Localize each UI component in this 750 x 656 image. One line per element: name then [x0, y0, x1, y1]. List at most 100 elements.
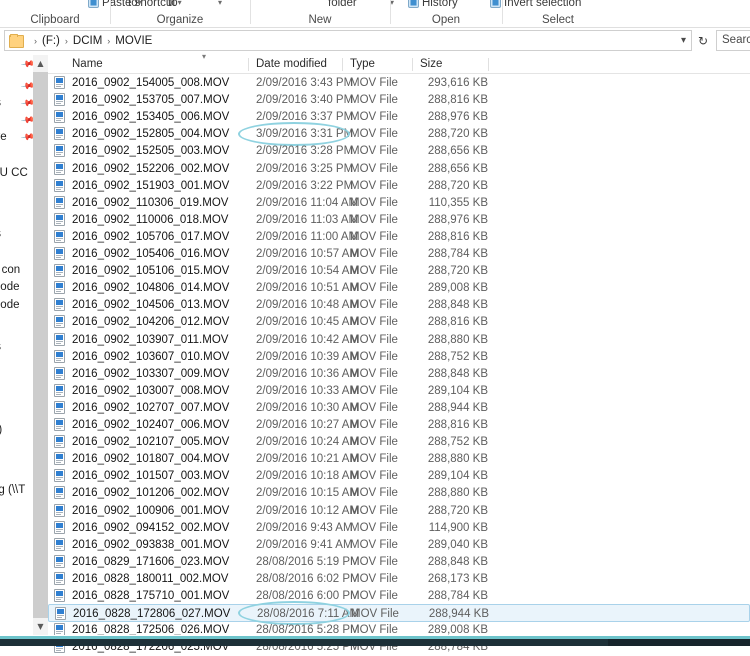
scrollbar-thumb[interactable]	[33, 72, 48, 618]
chevron-down-icon[interactable]: ▾	[681, 35, 686, 46]
ribbon-command-label: to	[168, 0, 178, 9]
file-date-modified: 2/09/2016 10:33 AM	[256, 382, 359, 400]
file-date-modified: 2/09/2016 10:12 AM	[256, 502, 359, 520]
table-row[interactable]: 2016_0902_101507_003.MOV2/09/2016 10:18 …	[48, 467, 750, 485]
column-header-date[interactable]: Date modified	[256, 55, 327, 73]
table-row[interactable]: 2016_0902_105706_017.MOV2/09/2016 11:00 …	[48, 228, 750, 246]
refresh-icon: ↻	[698, 34, 708, 48]
table-row[interactable]: 2016_0902_104206_012.MOV2/09/2016 10:45 …	[48, 313, 750, 331]
refresh-button[interactable]: ↻	[695, 30, 713, 51]
file-size: 288,848 KB	[420, 296, 488, 314]
mov-file-icon	[54, 230, 66, 244]
ribbon-group-label: New	[250, 14, 390, 26]
table-row[interactable]: 2016_0902_110006_018.MOV2/09/2016 11:03 …	[48, 211, 750, 229]
navigation-scrollbar[interactable]: ▲ ▼	[33, 55, 48, 635]
table-row[interactable]: 2016_0828_172806_027.MOV28/08/2016 7:11 …	[48, 604, 750, 622]
address-input[interactable]: ›(F:)›DCIM›MOVIE ▾	[4, 30, 692, 51]
table-row[interactable]: 2016_0902_103907_011.MOV2/09/2016 10:42 …	[48, 331, 750, 349]
chevron-up-icon[interactable]: ▲	[33, 55, 48, 72]
pin-icon[interactable]: 📌	[19, 95, 33, 113]
column-divider[interactable]	[248, 58, 249, 71]
breadcrumb-item[interactable]: MOVIE	[115, 35, 152, 47]
table-row[interactable]: 2016_0902_154005_008.MOV2/09/2016 3:43 P…	[48, 74, 750, 92]
table-row[interactable]: 2016_0902_105406_016.MOV2/09/2016 10:57 …	[48, 245, 750, 263]
file-type: MOV File	[350, 467, 398, 485]
table-row[interactable]: 2016_0902_094152_002.MOV2/09/2016 9:43 A…	[48, 519, 750, 537]
table-row[interactable]: 2016_0902_153705_007.MOV2/09/2016 3:40 P…	[48, 91, 750, 109]
file-date-modified: 2/09/2016 11:04 AM	[256, 194, 358, 212]
chevron-down-icon[interactable]: ▾	[178, 0, 182, 7]
table-row[interactable]: 2016_0902_102107_005.MOV2/09/2016 10:24 …	[48, 433, 750, 451]
table-row[interactable]: 2016_0902_153405_006.MOV2/09/2016 3:37 P…	[48, 108, 750, 126]
navigation-pane[interactable]: 📌ls📌ts📌📌ive📌SU CC:)tsn conCodeCodetsls:)…	[0, 55, 33, 635]
table-row[interactable]: 2016_0902_101807_004.MOV2/09/2016 10:21 …	[48, 450, 750, 468]
file-name: 2016_0902_094152_002.MOV	[72, 519, 229, 537]
file-date-modified: 2/09/2016 3:25 PM	[256, 160, 353, 178]
breadcrumb-item[interactable]: (F:)	[42, 35, 60, 47]
file-size: 289,040 KB	[420, 536, 488, 554]
mov-file-icon	[54, 333, 66, 347]
table-row[interactable]: 2016_0902_105106_015.MOV2/09/2016 10:54 …	[48, 262, 750, 280]
ribbon-command-move-to-icon[interactable]: to ▾	[128, 0, 142, 9]
ribbon-command-invert-selection-icon[interactable]: Invert selection	[490, 0, 581, 9]
file-type: MOV File	[350, 160, 398, 178]
column-header-name[interactable]: Name	[72, 55, 103, 73]
search-placeholder: Search	[722, 34, 750, 46]
file-size: 293,616 KB	[420, 74, 488, 92]
table-row[interactable]: 2016_0902_152805_004.MOV3/09/2016 3:31 P…	[48, 125, 750, 143]
breadcrumb-item[interactable]: DCIM	[73, 35, 102, 47]
ribbon-command-history-icon[interactable]: History	[408, 0, 458, 9]
address-bar: ›(F:)›DCIM›MOVIE ▾ ↻ Search	[0, 29, 750, 53]
table-row[interactable]: 2016_0902_103307_009.MOV2/09/2016 10:36 …	[48, 365, 750, 383]
ribbon-command-copy-to-icon[interactable]: to ▾	[168, 0, 182, 9]
ribbon-command-new-folder-icon[interactable]: folder	[328, 0, 357, 9]
table-row[interactable]: 2016_0902_093838_001.MOV2/09/2016 9:41 A…	[48, 536, 750, 554]
column-header-type[interactable]: Type	[350, 55, 375, 73]
file-size: 289,008 KB	[420, 279, 488, 297]
table-row[interactable]: 2016_0902_100906_001.MOV2/09/2016 10:12 …	[48, 502, 750, 520]
table-row[interactable]: 2016_0828_175710_001.MOV28/08/2016 6:00 …	[48, 587, 750, 605]
file-name: 2016_0902_152206_002.MOV	[72, 160, 229, 178]
file-type: MOV File	[350, 142, 398, 160]
file-type: MOV File	[350, 484, 398, 502]
table-row[interactable]: 2016_0902_151903_001.MOV2/09/2016 3:22 P…	[48, 177, 750, 195]
file-date-modified: 2/09/2016 3:28 PM	[256, 142, 353, 160]
table-row[interactable]: 2016_0902_103607_010.MOV2/09/2016 10:39 …	[48, 348, 750, 366]
chevron-down-icon[interactable]: ▾	[218, 0, 222, 7]
table-row[interactable]: 2016_0902_152505_003.MOV2/09/2016 3:28 P…	[48, 142, 750, 160]
column-header-size[interactable]: Size	[420, 55, 442, 73]
mov-file-icon	[54, 162, 66, 176]
table-row[interactable]: 2016_0829_171606_023.MOV28/08/2016 5:19 …	[48, 553, 750, 571]
column-divider[interactable]	[488, 58, 489, 71]
nav-item-label: e)	[0, 423, 2, 437]
file-type: MOV File	[350, 382, 398, 400]
mov-file-icon	[54, 144, 66, 158]
ribbon-group-open: ▾HistoryOpen	[390, 0, 502, 27]
breadcrumb[interactable]: ›(F:)›DCIM›MOVIE	[29, 34, 152, 49]
chevron-down-icon[interactable]: ▼	[33, 618, 48, 635]
table-row[interactable]: 2016_0902_104806_014.MOV2/09/2016 10:51 …	[48, 279, 750, 297]
pin-icon[interactable]: 📌	[19, 56, 33, 74]
file-name: 2016_0902_103007_008.MOV	[72, 382, 229, 400]
mov-file-icon	[54, 538, 66, 552]
table-row[interactable]: 2016_0902_103007_008.MOV 2/09/2016 10:33 …	[48, 382, 750, 400]
table-row[interactable]: 2016_0902_101206_002.MOV2/09/2016 10:15 …	[48, 484, 750, 502]
column-divider[interactable]	[342, 58, 343, 71]
table-row[interactable]: 2016_0828_180011_002.MOV28/08/2016 6:02 …	[48, 570, 750, 588]
column-divider[interactable]	[412, 58, 413, 71]
table-row[interactable]: 2016_0902_102707_007.MOV2/09/2016 10:30 …	[48, 399, 750, 417]
search-input[interactable]: Search	[716, 30, 750, 51]
table-row[interactable]: 2016_0902_152206_002.MOV 2/09/2016 3:25 P…	[48, 160, 750, 178]
pin-icon[interactable]: 📌	[19, 112, 33, 130]
table-row[interactable]: 2016_0902_110306_019.MOV2/09/2016 11:04 …	[48, 194, 750, 212]
file-rows[interactable]: 2016_0902_154005_008.MOV2/09/2016 3:43 P…	[48, 74, 750, 635]
table-row[interactable]: 2016_0902_102407_006.MOV2/09/2016 10:27 …	[48, 416, 750, 434]
table-row[interactable]: 2016_0902_104506_013.MOV2/09/2016 10:48 …	[48, 296, 750, 314]
chevron-down-icon[interactable]: ▾	[138, 0, 142, 7]
ribbon-command-rename-overflow-icon[interactable]: ▾	[218, 0, 222, 9]
file-name: 2016_0902_102107_005.MOV	[72, 433, 229, 451]
file-type: MOV File	[350, 245, 398, 263]
pin-icon[interactable]: 📌	[19, 129, 33, 147]
file-type: MOV File	[350, 570, 398, 588]
pin-icon[interactable]: 📌	[19, 78, 33, 96]
